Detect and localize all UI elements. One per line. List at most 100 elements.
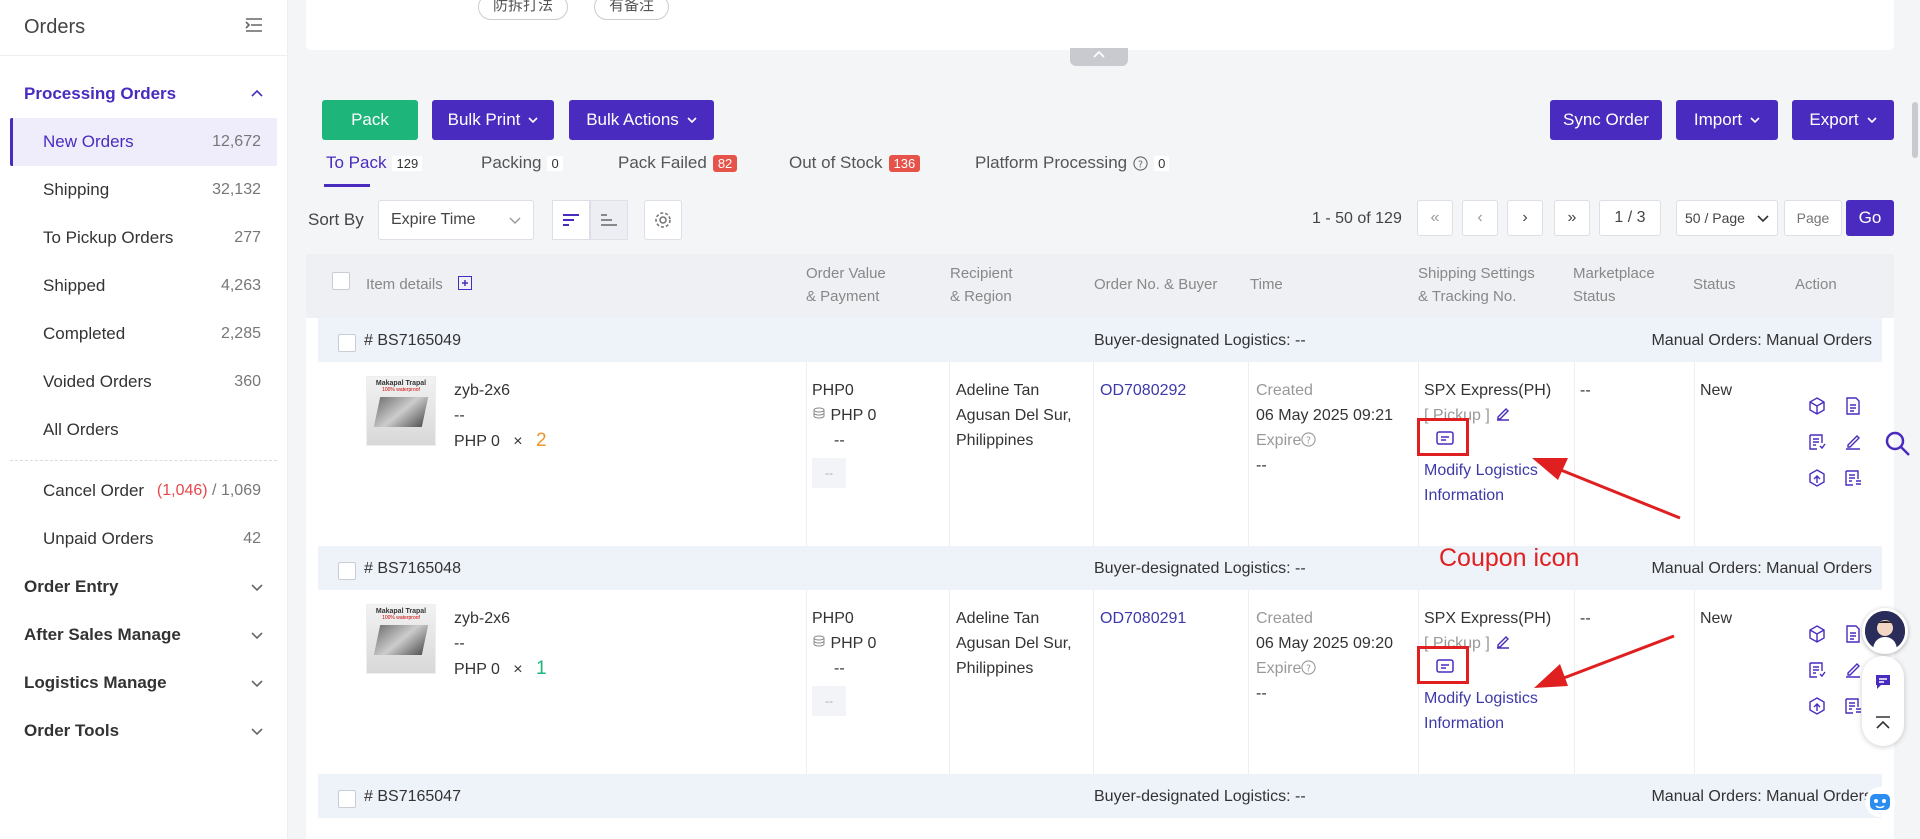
sidebar-item-all-orders[interactable]: All Orders <box>10 406 277 454</box>
document-icon[interactable] <box>1843 396 1863 416</box>
product-thumbnail[interactable]: Makapal Trapal 100% waterproof <box>366 604 436 674</box>
edit-icon[interactable] <box>1843 660 1863 680</box>
manual-orders: Manual Orders: Manual Orders <box>1651 332 1872 349</box>
document-icon[interactable] <box>1843 624 1863 644</box>
chat-icon[interactable] <box>1873 672 1893 692</box>
go-button[interactable]: Go <box>1846 200 1894 236</box>
tab-count: 0 <box>1154 155 1170 171</box>
page-size-select[interactable]: 50 / Page <box>1676 200 1778 236</box>
sidebar-item-count: (1,046) / 1,069 <box>157 482 261 500</box>
sidebar-item-label: Voided Orders <box>43 372 152 391</box>
header-line: Recipient <box>950 265 1013 282</box>
section-label: Order Entry <box>24 577 119 596</box>
sync-order-button[interactable]: Sync Order <box>1550 100 1662 140</box>
filter-tag[interactable]: 有备注 <box>594 0 670 20</box>
package-icon[interactable] <box>1807 396 1827 416</box>
package-icon[interactable] <box>1807 624 1827 644</box>
split-package-icon[interactable] <box>1807 696 1827 716</box>
edit-icon[interactable] <box>1843 432 1863 452</box>
settings-gear-icon[interactable] <box>644 200 682 240</box>
tab-pack-failed[interactable]: Pack Failed 82 <box>618 148 738 178</box>
split-package-icon[interactable] <box>1807 468 1827 488</box>
sidebar-item-shipping[interactable]: Shipping 32,132 <box>10 166 277 214</box>
sort-select[interactable]: Expire Time <box>378 200 534 240</box>
first-page-icon[interactable]: « <box>1417 200 1453 236</box>
export-button[interactable]: Export <box>1792 100 1894 140</box>
last-page-icon[interactable]: » <box>1554 200 1590 236</box>
sidebar-item-shipped[interactable]: Shipped 4,263 <box>10 262 277 310</box>
order-status: New <box>1700 382 1733 399</box>
order-checkbox[interactable] <box>338 562 356 580</box>
sidebar-section-processing-orders[interactable]: Processing Orders <box>0 70 287 118</box>
tab-label: Pack Failed <box>618 153 707 172</box>
pack-button[interactable]: Pack <box>322 100 418 140</box>
bulk-print-button[interactable]: Bulk Print <box>432 100 554 140</box>
sort-descending-icon[interactable] <box>552 200 590 240</box>
sidebar-item-completed[interactable]: Completed 2,285 <box>10 310 277 358</box>
sidebar-divider <box>10 460 277 461</box>
product-thumbnail[interactable]: Makapal Trapal 100% waterproof <box>366 376 436 446</box>
sidebar-item-label: Unpaid Orders <box>43 529 154 548</box>
log-list-icon[interactable] <box>1843 468 1863 488</box>
sidebar-item-to-pickup-orders[interactable]: To Pickup Orders 277 <box>10 214 277 262</box>
back-to-top-icon[interactable] <box>1873 714 1893 734</box>
product-quantity: 2 <box>535 430 547 451</box>
import-button[interactable]: Import <box>1676 100 1778 140</box>
chevron-down-icon <box>251 728 263 736</box>
sidebar-section-after-sales[interactable]: After Sales Manage <box>0 611 287 659</box>
sidebar-item-unpaid-orders[interactable]: Unpaid Orders 42 <box>10 515 277 563</box>
created-label: Created <box>1256 382 1313 399</box>
support-avatar[interactable] <box>1862 608 1908 654</box>
log-list-icon[interactable] <box>1843 696 1863 716</box>
sort-ascending-icon[interactable] <box>590 200 628 240</box>
tab-packing[interactable]: Packing 0 <box>481 148 563 178</box>
prev-page-icon[interactable]: ‹ <box>1462 200 1498 236</box>
select-all-checkbox[interactable] <box>332 272 350 290</box>
button-label: Export <box>1809 110 1859 129</box>
order-header: # BS7165049 Buyer-designated Logistics: … <box>318 318 1882 362</box>
sidebar-item-cancel-order[interactable]: Cancel Order (1,046) / 1,069 <box>10 467 277 515</box>
chevron-up-icon <box>251 89 263 97</box>
edit-icon[interactable] <box>1494 405 1512 423</box>
sidebar-item-label: Shipping <box>43 180 110 199</box>
svg-text:?: ? <box>1138 159 1143 170</box>
payment-method-box: -- <box>812 686 846 716</box>
tab-to-pack[interactable]: To Pack 129 <box>326 148 423 178</box>
order-checkbox[interactable] <box>338 334 356 352</box>
search-icon[interactable] <box>1884 430 1912 458</box>
sidebar-section-order-entry[interactable]: Order Entry <box>0 563 287 611</box>
time-info: Created 06 May 2025 09:21 Expire? -- <box>1256 378 1393 478</box>
assistant-bot-icon[interactable] <box>1864 786 1896 818</box>
sidebar-section-order-tools[interactable]: Order Tools <box>0 707 287 755</box>
next-page-icon[interactable]: › <box>1507 200 1543 236</box>
chevron-down-icon <box>251 680 263 688</box>
order-checkbox[interactable] <box>338 790 356 808</box>
sort-value: Expire Time <box>391 211 476 228</box>
collapse-filter-button[interactable] <box>1070 48 1128 66</box>
tab-platform-processing[interactable]: Platform Processing ? 0 <box>975 148 1170 178</box>
order-number-link[interactable]: OD7080292 <box>1100 378 1186 403</box>
tab-out-of-stock[interactable]: Out of Stock 136 <box>789 148 921 178</box>
divider <box>806 362 807 546</box>
order-id: # BS7165049 <box>364 332 461 349</box>
times-sign: × <box>513 433 523 450</box>
header-line: & Region <box>950 288 1012 305</box>
product-sku: zyb-2x6 <box>454 382 511 399</box>
filter-tag[interactable]: 防拆打法 <box>478 0 569 20</box>
invoice-icon[interactable] <box>1807 432 1827 452</box>
header-line: Shipping Settings <box>1418 265 1535 282</box>
expand-plus-icon[interactable] <box>458 276 472 290</box>
sidebar-section-logistics[interactable]: Logistics Manage <box>0 659 287 707</box>
tab-label: Packing <box>481 153 542 172</box>
collapse-menu-icon[interactable] <box>245 16 263 39</box>
sort-bar: Sort By Expire Time 1 - 50 of 129 « ‹ › … <box>306 200 1894 240</box>
bulk-actions-button[interactable]: Bulk Actions <box>569 100 714 140</box>
buyer-logistics: Buyer-designated Logistics: -- <box>1094 788 1306 805</box>
order-number-link[interactable]: OD7080291 <box>1100 606 1186 631</box>
page-scrollbar[interactable] <box>1912 102 1918 158</box>
sidebar-item-new-orders[interactable]: New Orders 12,672 <box>10 118 277 166</box>
expire-label: Expire <box>1256 660 1302 677</box>
sidebar-item-voided-orders[interactable]: Voided Orders 360 <box>10 358 277 406</box>
invoice-icon[interactable] <box>1807 660 1827 680</box>
page-jump-input[interactable] <box>1784 200 1842 236</box>
